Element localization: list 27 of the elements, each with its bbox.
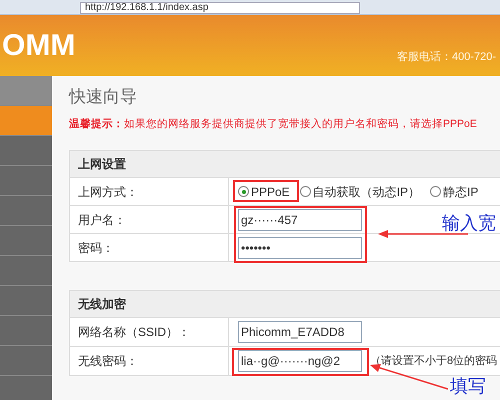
notice-text: 温馨提示：如果您的网络服务提供商提供了宽带接入的用户名和密码，请选择PPPoE	[69, 117, 478, 131]
radio-button[interactable]	[430, 186, 442, 197]
radio-button[interactable]	[238, 186, 249, 197]
sidebar-item[interactable]	[0, 76, 52, 106]
field-label: 网络名称（SSID）：	[78, 324, 190, 341]
radio-label: PPPoE	[251, 184, 290, 200]
annotation-text: 输入宽	[442, 212, 496, 235]
field-label: 用户名：	[78, 212, 126, 228]
hotline-text: 客服电话：400-720-	[396, 50, 496, 66]
radio-label: 静态IP	[443, 184, 478, 200]
sidebar-item[interactable]	[0, 106, 52, 136]
page-title: 快速向导	[69, 87, 138, 107]
text-field[interactable]: gz······457	[238, 208, 362, 230]
text-field[interactable]: Phicomm_E7ADD8	[238, 321, 362, 343]
logo: OMM	[2, 28, 76, 62]
annotation-text: 填写	[450, 375, 486, 398]
text-field[interactable]: •••••••	[238, 236, 362, 258]
address-bar[interactable]: http://192.168.1.1/index.asp	[80, 2, 360, 14]
radio-button[interactable]	[300, 186, 311, 197]
section-title: 无线加密	[78, 296, 126, 313]
radio-label: 自动获取（动态IP）	[312, 184, 420, 200]
highlight-frame	[233, 180, 299, 202]
text-field[interactable]: lia··g@·······ng@2	[238, 350, 362, 372]
field-label: 无线密码：	[78, 353, 138, 370]
section-title: 上网设置	[78, 156, 126, 173]
field-label: 上网方式：	[78, 184, 138, 200]
field-label: 密码：	[78, 240, 114, 256]
